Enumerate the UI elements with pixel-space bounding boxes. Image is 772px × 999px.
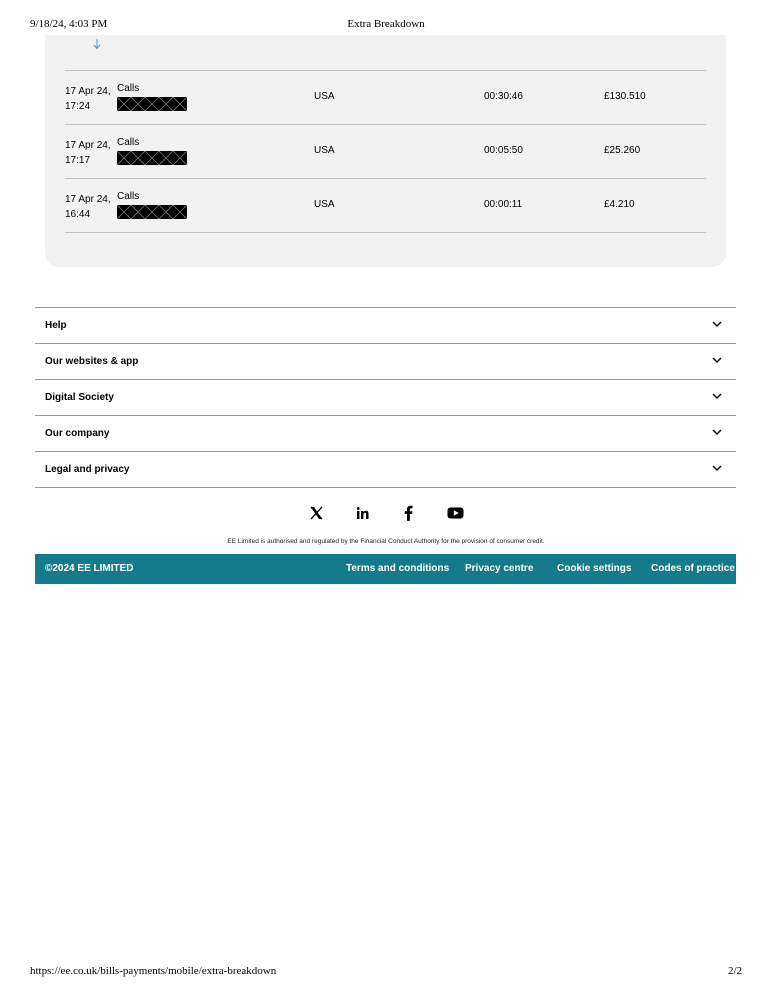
chevron-down-icon	[712, 357, 722, 363]
linkedin-icon[interactable]	[356, 505, 369, 521]
chevron-down-icon	[712, 465, 722, 471]
facebook-icon[interactable]	[404, 505, 413, 521]
accordion-websites-app[interactable]: Our websites & app	[35, 344, 736, 380]
youtube-icon[interactable]	[447, 505, 464, 521]
redacted-number	[117, 97, 187, 111]
chevron-down-icon	[712, 321, 722, 327]
redacted-number	[117, 205, 187, 219]
accordion-label: Our company	[45, 428, 110, 439]
row-cost: £25.260	[604, 145, 641, 156]
accordion-our-company[interactable]: Our company	[35, 416, 736, 452]
redacted-number	[117, 151, 187, 165]
accordion-label: Digital Society	[45, 392, 114, 403]
accordion-help[interactable]: Help	[35, 308, 736, 344]
row-type: Calls	[117, 83, 187, 111]
table-row: 17 Apr 24, 17:24 Calls USA 00:30:46 £130…	[65, 71, 706, 125]
accordion-digital-society[interactable]: Digital Society	[35, 380, 736, 416]
x-icon[interactable]	[310, 505, 323, 521]
print-title: Extra Breakdown	[347, 18, 425, 30]
row-date: 17 Apr 24, 17:17	[65, 140, 111, 166]
row-cost: £130.510	[604, 91, 646, 102]
row-country: USA	[314, 199, 335, 210]
row-date: 17 Apr 24, 16:44	[65, 194, 111, 220]
accordion-label: Legal and privacy	[45, 464, 130, 475]
codes-of-practice-link[interactable]: Codes of practice	[651, 563, 735, 574]
accordion-label: Our websites & app	[45, 356, 139, 367]
row-type: Calls	[117, 191, 187, 219]
page-number: 2/2	[727, 965, 742, 977]
chevron-down-icon	[712, 429, 722, 435]
row-type-label: Calls	[117, 83, 140, 94]
row-date: 17 Apr 24, 17:24	[65, 86, 111, 112]
terms-link[interactable]: Terms and conditions	[346, 563, 449, 574]
table-row: 17 Apr 24, 16:44 Calls USA 00:00:11 £4.2…	[65, 179, 706, 233]
breakdown-table: 17 Apr 24, 17:24 Calls USA 00:30:46 £130…	[65, 70, 706, 233]
row-type: Calls	[117, 137, 187, 165]
row-country: USA	[314, 145, 335, 156]
footer-accordion: Help Our websites & app Digital Society …	[35, 307, 736, 488]
row-cost: £4.210	[604, 199, 635, 210]
row-type-label: Calls	[117, 137, 140, 148]
print-footer: https://ee.co.uk/bills-payments/mobile/e…	[30, 965, 742, 981]
accordion-label: Help	[45, 320, 67, 331]
print-header: 9/18/24, 4:03 PM Extra Breakdown	[30, 18, 742, 34]
row-duration: 00:00:11	[484, 199, 523, 210]
row-country: USA	[314, 91, 335, 102]
bottom-bar: ©2024 EE LIMITED Terms and conditions Pr…	[35, 554, 736, 584]
row-duration: 00:30:46	[484, 91, 523, 102]
table-row: 17 Apr 24, 17:17 Calls USA 00:05:50 £25.…	[65, 125, 706, 179]
privacy-centre-link[interactable]: Privacy centre	[465, 563, 533, 574]
chevron-down-icon	[712, 393, 722, 399]
accordion-legal-privacy[interactable]: Legal and privacy	[35, 452, 736, 487]
row-type-label: Calls	[117, 191, 140, 202]
row-duration: 00:05:50	[484, 145, 523, 156]
copyright-text: ©2024 EE LIMITED	[45, 563, 134, 574]
social-links	[0, 505, 772, 523]
legal-note: EE Limited is authorised and regulated b…	[227, 538, 545, 545]
cookie-settings-link[interactable]: Cookie settings	[557, 563, 631, 574]
arrow-down-icon[interactable]	[92, 38, 102, 50]
print-url: https://ee.co.uk/bills-payments/mobile/e…	[30, 965, 277, 977]
breakdown-card: 17 Apr 24, 17:24 Calls USA 00:30:46 £130…	[45, 35, 726, 267]
